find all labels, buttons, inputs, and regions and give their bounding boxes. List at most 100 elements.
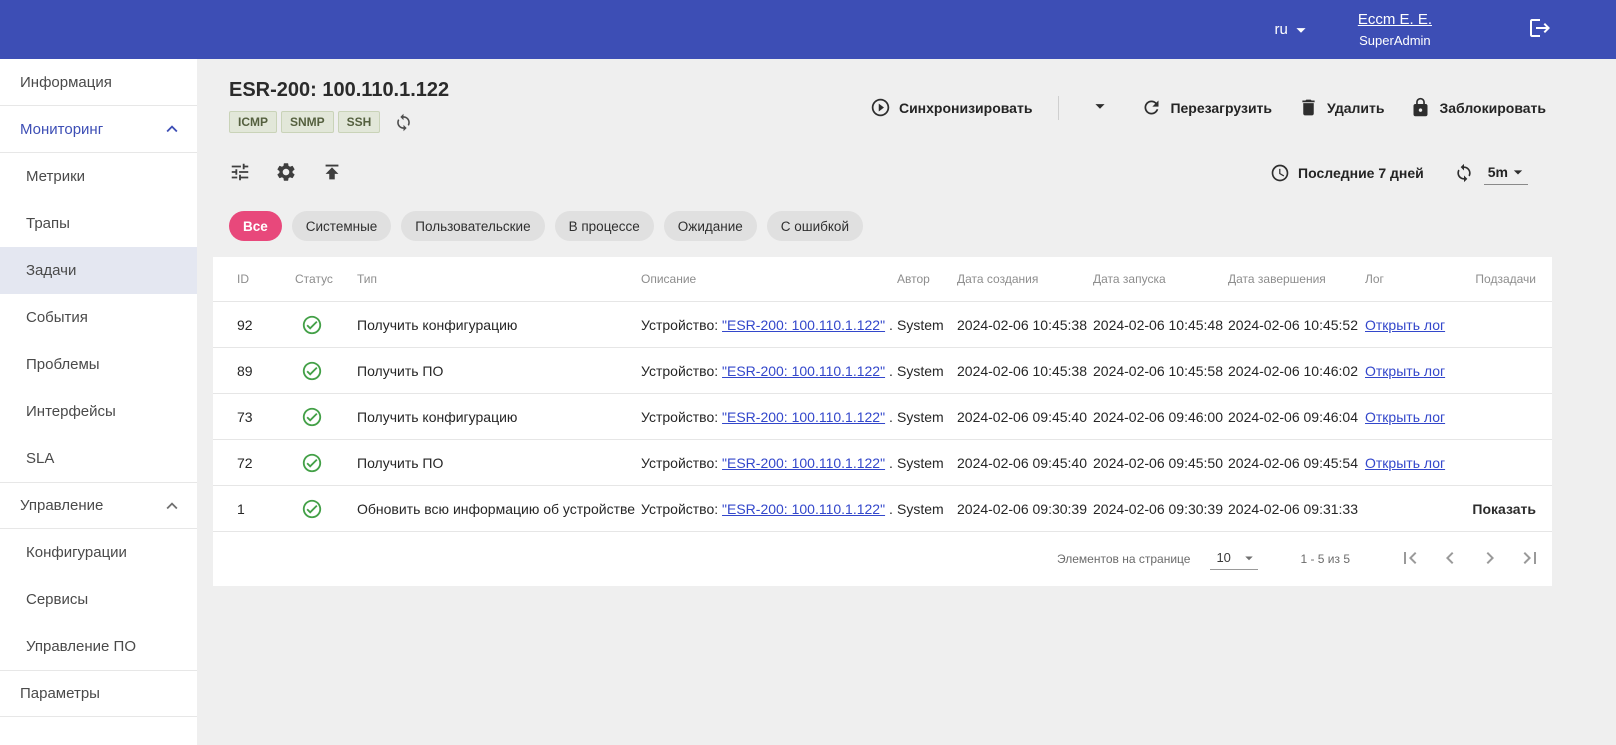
language-selector[interactable]: ru [1274, 19, 1311, 41]
filter-chip-system[interactable]: Системные [292, 211, 392, 241]
sidebar-item-software[interactable]: Управление ПО [0, 623, 197, 670]
task-started: 2024-02-06 09:45:50 [1093, 455, 1228, 471]
lock-icon [1410, 97, 1431, 118]
task-author: System [897, 455, 957, 471]
task-started: 2024-02-06 09:30:39 [1093, 501, 1228, 517]
task-id: 89 [237, 363, 295, 379]
period-label: Последние 7 дней [1298, 165, 1424, 181]
page-title: ESR-200: 100.110.1.122 [229, 79, 449, 102]
autorenew-icon[interactable] [394, 113, 413, 132]
task-description: Устройство: "ESR-200: 100.110.1.122" . [641, 501, 897, 517]
device-link[interactable]: "ESR-200: 100.110.1.122" [722, 455, 885, 471]
filter-settings-button[interactable] [229, 161, 251, 186]
last-page-button[interactable] [1518, 546, 1542, 573]
caret-down-icon [1089, 95, 1111, 117]
language-value: ru [1274, 21, 1287, 38]
task-created: 2024-02-06 10:45:38 [957, 363, 1093, 379]
task-finished: 2024-02-06 09:45:54 [1228, 455, 1365, 471]
filter-chip-waiting[interactable]: Ожидание [664, 211, 757, 241]
task-id: 92 [237, 317, 295, 333]
chevron-left-icon [1438, 546, 1462, 570]
table-row: 73 Получить конфигурацию Устройство: "ES… [213, 394, 1552, 440]
sidebar-item-interfaces[interactable]: Интерфейсы [0, 388, 197, 435]
protocol-badges: ICMP SNMP SSH [229, 111, 449, 133]
sidebar-item-metrics[interactable]: Метрики [0, 153, 197, 200]
sidebar-item-tasks[interactable]: Задачи [0, 247, 197, 294]
badge-snmp: SNMP [281, 111, 334, 133]
logout-icon [1528, 16, 1552, 40]
refresh-interval-icon[interactable] [1454, 163, 1474, 183]
task-description: Устройство: "ESR-200: 100.110.1.122" . [641, 455, 897, 471]
chevron-up-icon [161, 118, 183, 140]
reboot-button[interactable]: Перезагрузить [1141, 97, 1272, 118]
task-finished: 2024-02-06 10:45:52 [1228, 317, 1365, 333]
task-description: Устройство: "ESR-200: 100.110.1.122" . [641, 409, 897, 425]
sidebar-item-problems[interactable]: Проблемы [0, 341, 197, 388]
next-page-button[interactable] [1478, 546, 1502, 573]
open-log-link[interactable]: Открыть лог [1365, 409, 1445, 425]
task-created: 2024-02-06 09:45:40 [957, 455, 1093, 471]
task-started: 2024-02-06 10:45:58 [1093, 363, 1228, 379]
last-page-icon [1518, 546, 1542, 570]
task-started: 2024-02-06 09:46:00 [1093, 409, 1228, 425]
sync-dropdown-button[interactable] [1085, 95, 1115, 120]
task-id: 1 [237, 501, 295, 517]
delete-button[interactable]: Удалить [1298, 97, 1384, 118]
sidebar-item-parameters[interactable]: Параметры [0, 670, 197, 717]
task-author: System [897, 409, 957, 425]
task-author: System [897, 363, 957, 379]
play-circle-icon [870, 97, 891, 118]
open-log-link[interactable]: Открыть лог [1365, 317, 1445, 333]
sidebar-item-events[interactable]: События [0, 294, 197, 341]
table-row: 89 Получить ПО Устройство: "ESR-200: 100… [213, 348, 1552, 394]
first-page-button[interactable] [1398, 546, 1422, 573]
block-button[interactable]: Заблокировать [1410, 97, 1546, 118]
sync-button[interactable]: Синхронизировать [870, 97, 1032, 118]
check-circle-icon [301, 314, 323, 336]
sidebar-section-management[interactable]: Управление [0, 482, 197, 529]
task-type: Обновить всю информацию об устройстве [357, 501, 641, 517]
device-link[interactable]: "ESR-200: 100.110.1.122" [722, 409, 885, 425]
sidebar-section-monitoring[interactable]: Мониторинг [0, 106, 197, 153]
task-type: Получить ПО [357, 363, 641, 379]
sidebar-item-traps[interactable]: Трапы [0, 200, 197, 247]
sidebar-item-information[interactable]: Информация [0, 59, 197, 106]
filter-chip-error[interactable]: С ошибкой [767, 211, 863, 241]
sidebar-item-services[interactable]: Сервисы [0, 576, 197, 623]
device-link[interactable]: "ESR-200: 100.110.1.122" [722, 363, 885, 379]
page-range-label: 1 - 5 из 5 [1300, 552, 1350, 566]
filter-chip-user[interactable]: Пользовательские [401, 211, 544, 241]
table-row: 1 Обновить всю информацию об устройстве … [213, 486, 1552, 532]
device-header: ESR-200: 100.110.1.122 ICMP SNMP SSH [213, 59, 1552, 133]
task-author: System [897, 501, 957, 517]
user-menu[interactable]: Eccm E. E. SuperAdmin [1358, 11, 1432, 48]
user-name-link[interactable]: Eccm E. E. [1358, 11, 1432, 28]
task-type: Получить ПО [357, 455, 641, 471]
device-link[interactable]: "ESR-200: 100.110.1.122" [722, 317, 885, 333]
task-created: 2024-02-06 10:45:38 [957, 317, 1093, 333]
sidebar: Информация Мониторинг Метрики Трапы Зада… [0, 59, 197, 745]
caret-down-icon [1290, 19, 1312, 41]
caret-down-icon [1508, 162, 1528, 182]
device-link[interactable]: "ESR-200: 100.110.1.122" [722, 501, 885, 517]
interval-select[interactable]: 5m [1484, 162, 1528, 185]
settings-button[interactable] [275, 161, 297, 186]
period-selector[interactable]: Последние 7 дней [1270, 163, 1424, 183]
topbar: ru Eccm E. E. SuperAdmin [0, 0, 1616, 59]
clock-icon [1270, 163, 1290, 183]
open-log-link[interactable]: Открыть лог [1365, 363, 1445, 379]
subtasks-toggle[interactable]: Показать [1455, 501, 1536, 517]
task-description: Устройство: "ESR-200: 100.110.1.122" . [641, 363, 897, 379]
table-toolbar: Последние 7 дней 5m [213, 153, 1552, 193]
upload-button[interactable] [321, 161, 343, 186]
first-page-icon [1398, 546, 1422, 570]
sidebar-item-sla[interactable]: SLA [0, 435, 197, 482]
page-size-select[interactable]: 10 [1210, 549, 1258, 570]
sidebar-item-configurations[interactable]: Конфигурации [0, 529, 197, 576]
open-log-link[interactable]: Открыть лог [1365, 455, 1445, 471]
task-id: 73 [237, 409, 295, 425]
logout-button[interactable] [1528, 16, 1552, 43]
previous-page-button[interactable] [1438, 546, 1462, 573]
filter-chip-in-progress[interactable]: В процессе [555, 211, 654, 241]
filter-chip-all[interactable]: Все [229, 211, 282, 241]
